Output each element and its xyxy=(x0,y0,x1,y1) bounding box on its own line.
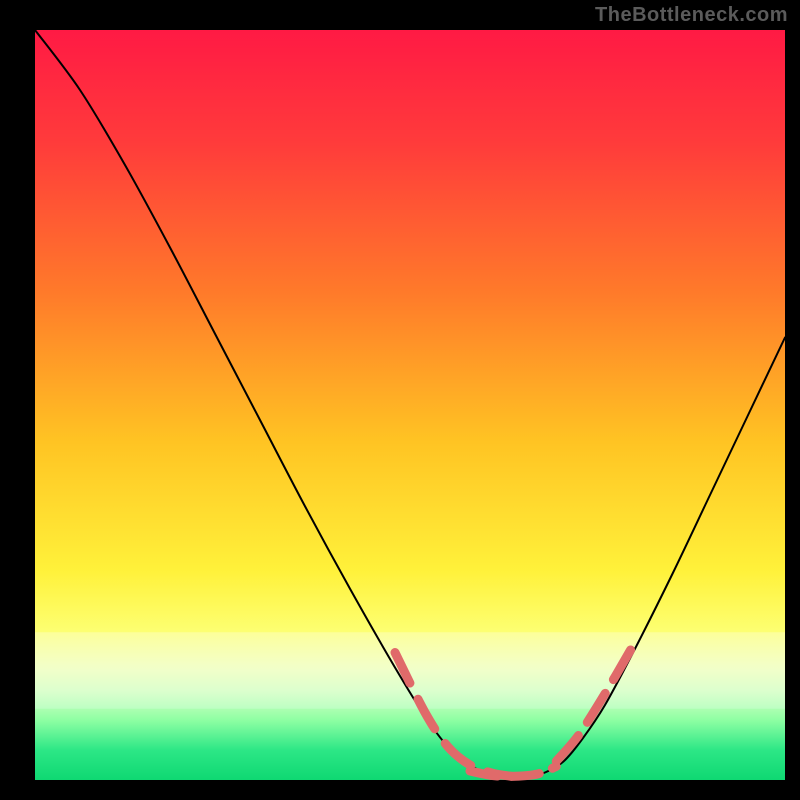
chart-frame: TheBottleneck.com xyxy=(0,0,800,800)
watermark-text: TheBottleneck.com xyxy=(595,4,788,27)
bottleneck-chart xyxy=(0,0,800,800)
